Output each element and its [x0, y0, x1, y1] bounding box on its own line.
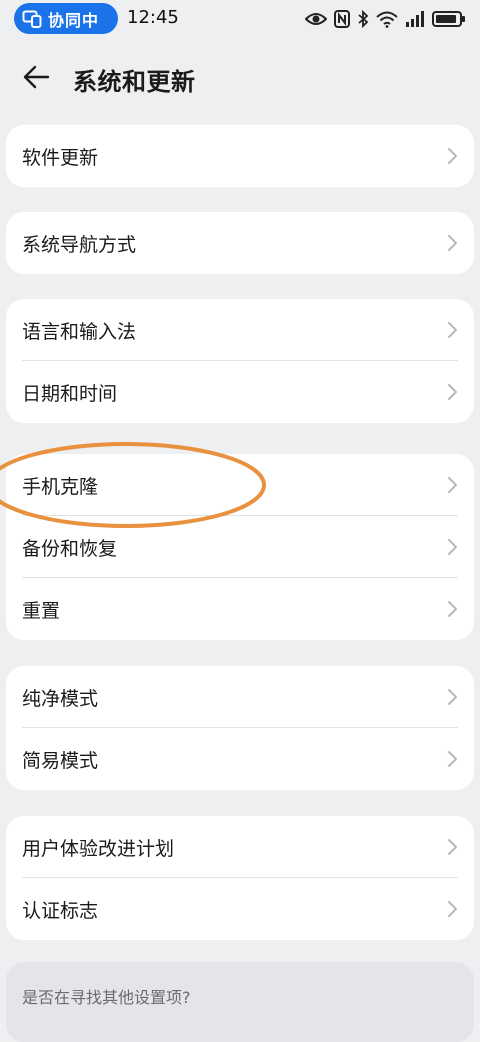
- settings-item-label: 认证标志: [22, 899, 99, 922]
- settings-item-user-experience[interactable]: 用户体验改进计划: [6, 816, 474, 878]
- settings-item-language-input[interactable]: 语言和输入法: [6, 299, 474, 361]
- settings-item-date-time[interactable]: 日期和时间: [6, 361, 474, 423]
- wifi-icon: [376, 11, 398, 28]
- settings-item-phone-clone[interactable]: 手机克隆: [6, 454, 474, 516]
- settings-item-label: 系统导航方式: [22, 233, 137, 256]
- chevron-right-icon: [446, 900, 458, 918]
- page-title: 系统和更新: [73, 68, 196, 96]
- settings-item-label: 重置: [22, 599, 61, 622]
- chevron-right-icon: [446, 234, 458, 252]
- chevron-right-icon: [446, 600, 458, 618]
- settings-item-label: 日期和时间: [22, 382, 118, 405]
- collaboration-label: 协同中: [48, 10, 100, 30]
- settings-group-navigation: 系统导航方式: [6, 212, 474, 274]
- status-bar: 协同中 12:45: [0, 0, 480, 38]
- settings-item-reset[interactable]: 重置: [6, 578, 474, 640]
- settings-group-backup: 手机克隆 备份和恢复 重置: [6, 454, 474, 640]
- signal-icon: [405, 11, 425, 27]
- multi-device-icon: [22, 10, 42, 28]
- back-button[interactable]: [16, 62, 56, 96]
- settings-item-label: 简易模式: [22, 749, 99, 772]
- collaboration-pill[interactable]: 协同中: [14, 3, 118, 34]
- settings-group-modes: 纯净模式 简易模式: [6, 666, 474, 790]
- chevron-right-icon: [446, 383, 458, 401]
- settings-item-label: 手机克隆: [22, 475, 99, 498]
- chevron-right-icon: [446, 321, 458, 339]
- back-arrow-icon: [22, 65, 50, 93]
- settings-item-system-navigation[interactable]: 系统导航方式: [6, 212, 474, 274]
- settings-item-label: 备份和恢复: [22, 537, 118, 560]
- settings-item-label: 纯净模式: [22, 687, 99, 710]
- bluetooth-icon: [357, 10, 369, 28]
- chevron-right-icon: [446, 476, 458, 494]
- settings-item-backup-restore[interactable]: 备份和恢复: [6, 516, 474, 578]
- chevron-right-icon: [446, 147, 458, 165]
- search-hint-card[interactable]: 是否在寻找其他设置项?: [6, 962, 474, 1042]
- settings-item-label: 软件更新: [22, 146, 99, 169]
- settings-item-simple-mode[interactable]: 简易模式: [6, 728, 474, 790]
- settings-group-about: 用户体验改进计划 认证标志: [6, 816, 474, 940]
- header: 系统和更新: [0, 50, 480, 108]
- eye-icon: [305, 11, 327, 27]
- nfc-icon: [334, 10, 350, 28]
- settings-item-software-update[interactable]: 软件更新: [6, 125, 474, 187]
- settings-item-label: 语言和输入法: [22, 320, 137, 343]
- settings-item-label: 用户体验改进计划: [22, 837, 175, 860]
- settings-group-update: 软件更新: [6, 125, 474, 187]
- settings-group-language-date: 语言和输入法 日期和时间: [6, 299, 474, 423]
- search-hint-text: 是否在寻找其他设置项?: [22, 988, 191, 1007]
- chevron-right-icon: [446, 750, 458, 768]
- chevron-right-icon: [446, 688, 458, 706]
- status-time: 12:45: [127, 7, 179, 28]
- chevron-right-icon: [446, 838, 458, 856]
- settings-item-pure-mode[interactable]: 纯净模式: [6, 666, 474, 728]
- battery-icon: [432, 11, 466, 27]
- chevron-right-icon: [446, 538, 458, 556]
- status-icons: [305, 8, 466, 30]
- settings-item-certification[interactable]: 认证标志: [6, 878, 474, 940]
